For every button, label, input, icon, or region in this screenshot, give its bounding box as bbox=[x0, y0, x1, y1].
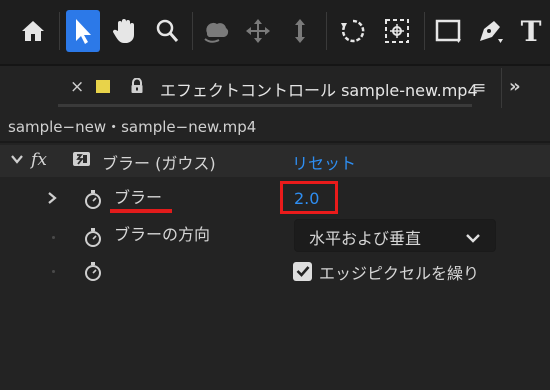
close-icon[interactable]: × bbox=[70, 77, 84, 97]
property-row-blurriness: ブラー 2.0 bbox=[0, 179, 550, 217]
toolbar-divider bbox=[192, 12, 193, 50]
rotate-icon[interactable] bbox=[336, 10, 370, 52]
home-icon[interactable] bbox=[16, 10, 50, 52]
effect-row-gaussian-blur[interactable]: fx ブラー (ガウス) リセット bbox=[0, 145, 550, 177]
anchor-icon[interactable] bbox=[380, 10, 414, 52]
label-color-swatch bbox=[96, 80, 110, 93]
stopwatch-icon[interactable] bbox=[83, 188, 103, 214]
checkmark-icon bbox=[296, 262, 310, 281]
repeat-edge-label: エッジピクセルを繰り bbox=[319, 264, 480, 283]
orbit-icon[interactable] bbox=[199, 10, 233, 52]
selection-icon[interactable] bbox=[66, 10, 100, 52]
divider bbox=[0, 141, 550, 143]
row-dot bbox=[52, 270, 55, 273]
pen-icon[interactable] bbox=[473, 10, 507, 52]
property-label-blur-direction: ブラーの方向 bbox=[114, 225, 211, 244]
stopwatch-icon[interactable] bbox=[83, 226, 103, 252]
panel-menu-icon[interactable]: ≡ bbox=[472, 78, 486, 98]
tab-effect-controls[interactable]: エフェクトコントロール sample-new.mp4 bbox=[160, 77, 478, 101]
active-tab-indicator bbox=[58, 104, 472, 107]
blur-direction-dropdown[interactable]: 水平および垂直 bbox=[294, 219, 496, 252]
toolbar: T bbox=[0, 0, 550, 64]
highlight-box bbox=[280, 181, 338, 214]
breadcrumb: sample−new・sample−new.mp4 bbox=[8, 118, 257, 136]
dropdown-selected-value: 水平および垂直 bbox=[309, 229, 422, 248]
property-label-blurriness: ブラー bbox=[114, 188, 163, 207]
chevron-right-icon[interactable] bbox=[46, 190, 58, 209]
repeat-edge-checkbox[interactable] bbox=[293, 262, 312, 281]
highlight-underline bbox=[110, 209, 172, 213]
dolly-icon[interactable] bbox=[283, 10, 317, 52]
reset-link[interactable]: リセット bbox=[292, 150, 356, 174]
property-row-repeat-edge-pixels: エッジピクセルを繰り bbox=[0, 256, 550, 288]
chevron-down-icon bbox=[465, 229, 481, 248]
lock-icon[interactable] bbox=[130, 77, 144, 98]
fx-icon[interactable]: fx bbox=[27, 148, 51, 172]
effect-name: ブラー (ガウス) bbox=[102, 154, 216, 173]
pan-icon[interactable] bbox=[241, 10, 275, 52]
tab-divider bbox=[501, 68, 502, 108]
chevron-down-icon[interactable] bbox=[10, 151, 24, 170]
tab-overflow-icon[interactable]: » bbox=[509, 76, 521, 97]
toolbar-divider bbox=[326, 12, 327, 50]
effect-preset-icon bbox=[72, 150, 92, 172]
toolbar-divider bbox=[424, 12, 425, 50]
toolbar-divider bbox=[59, 12, 60, 50]
row-dot bbox=[52, 236, 55, 239]
stopwatch-icon[interactable] bbox=[83, 260, 103, 286]
hand-icon[interactable] bbox=[108, 10, 142, 52]
zoom-icon[interactable] bbox=[150, 10, 184, 52]
text-icon[interactable]: T bbox=[514, 10, 548, 52]
rectangle-icon[interactable] bbox=[431, 10, 465, 52]
